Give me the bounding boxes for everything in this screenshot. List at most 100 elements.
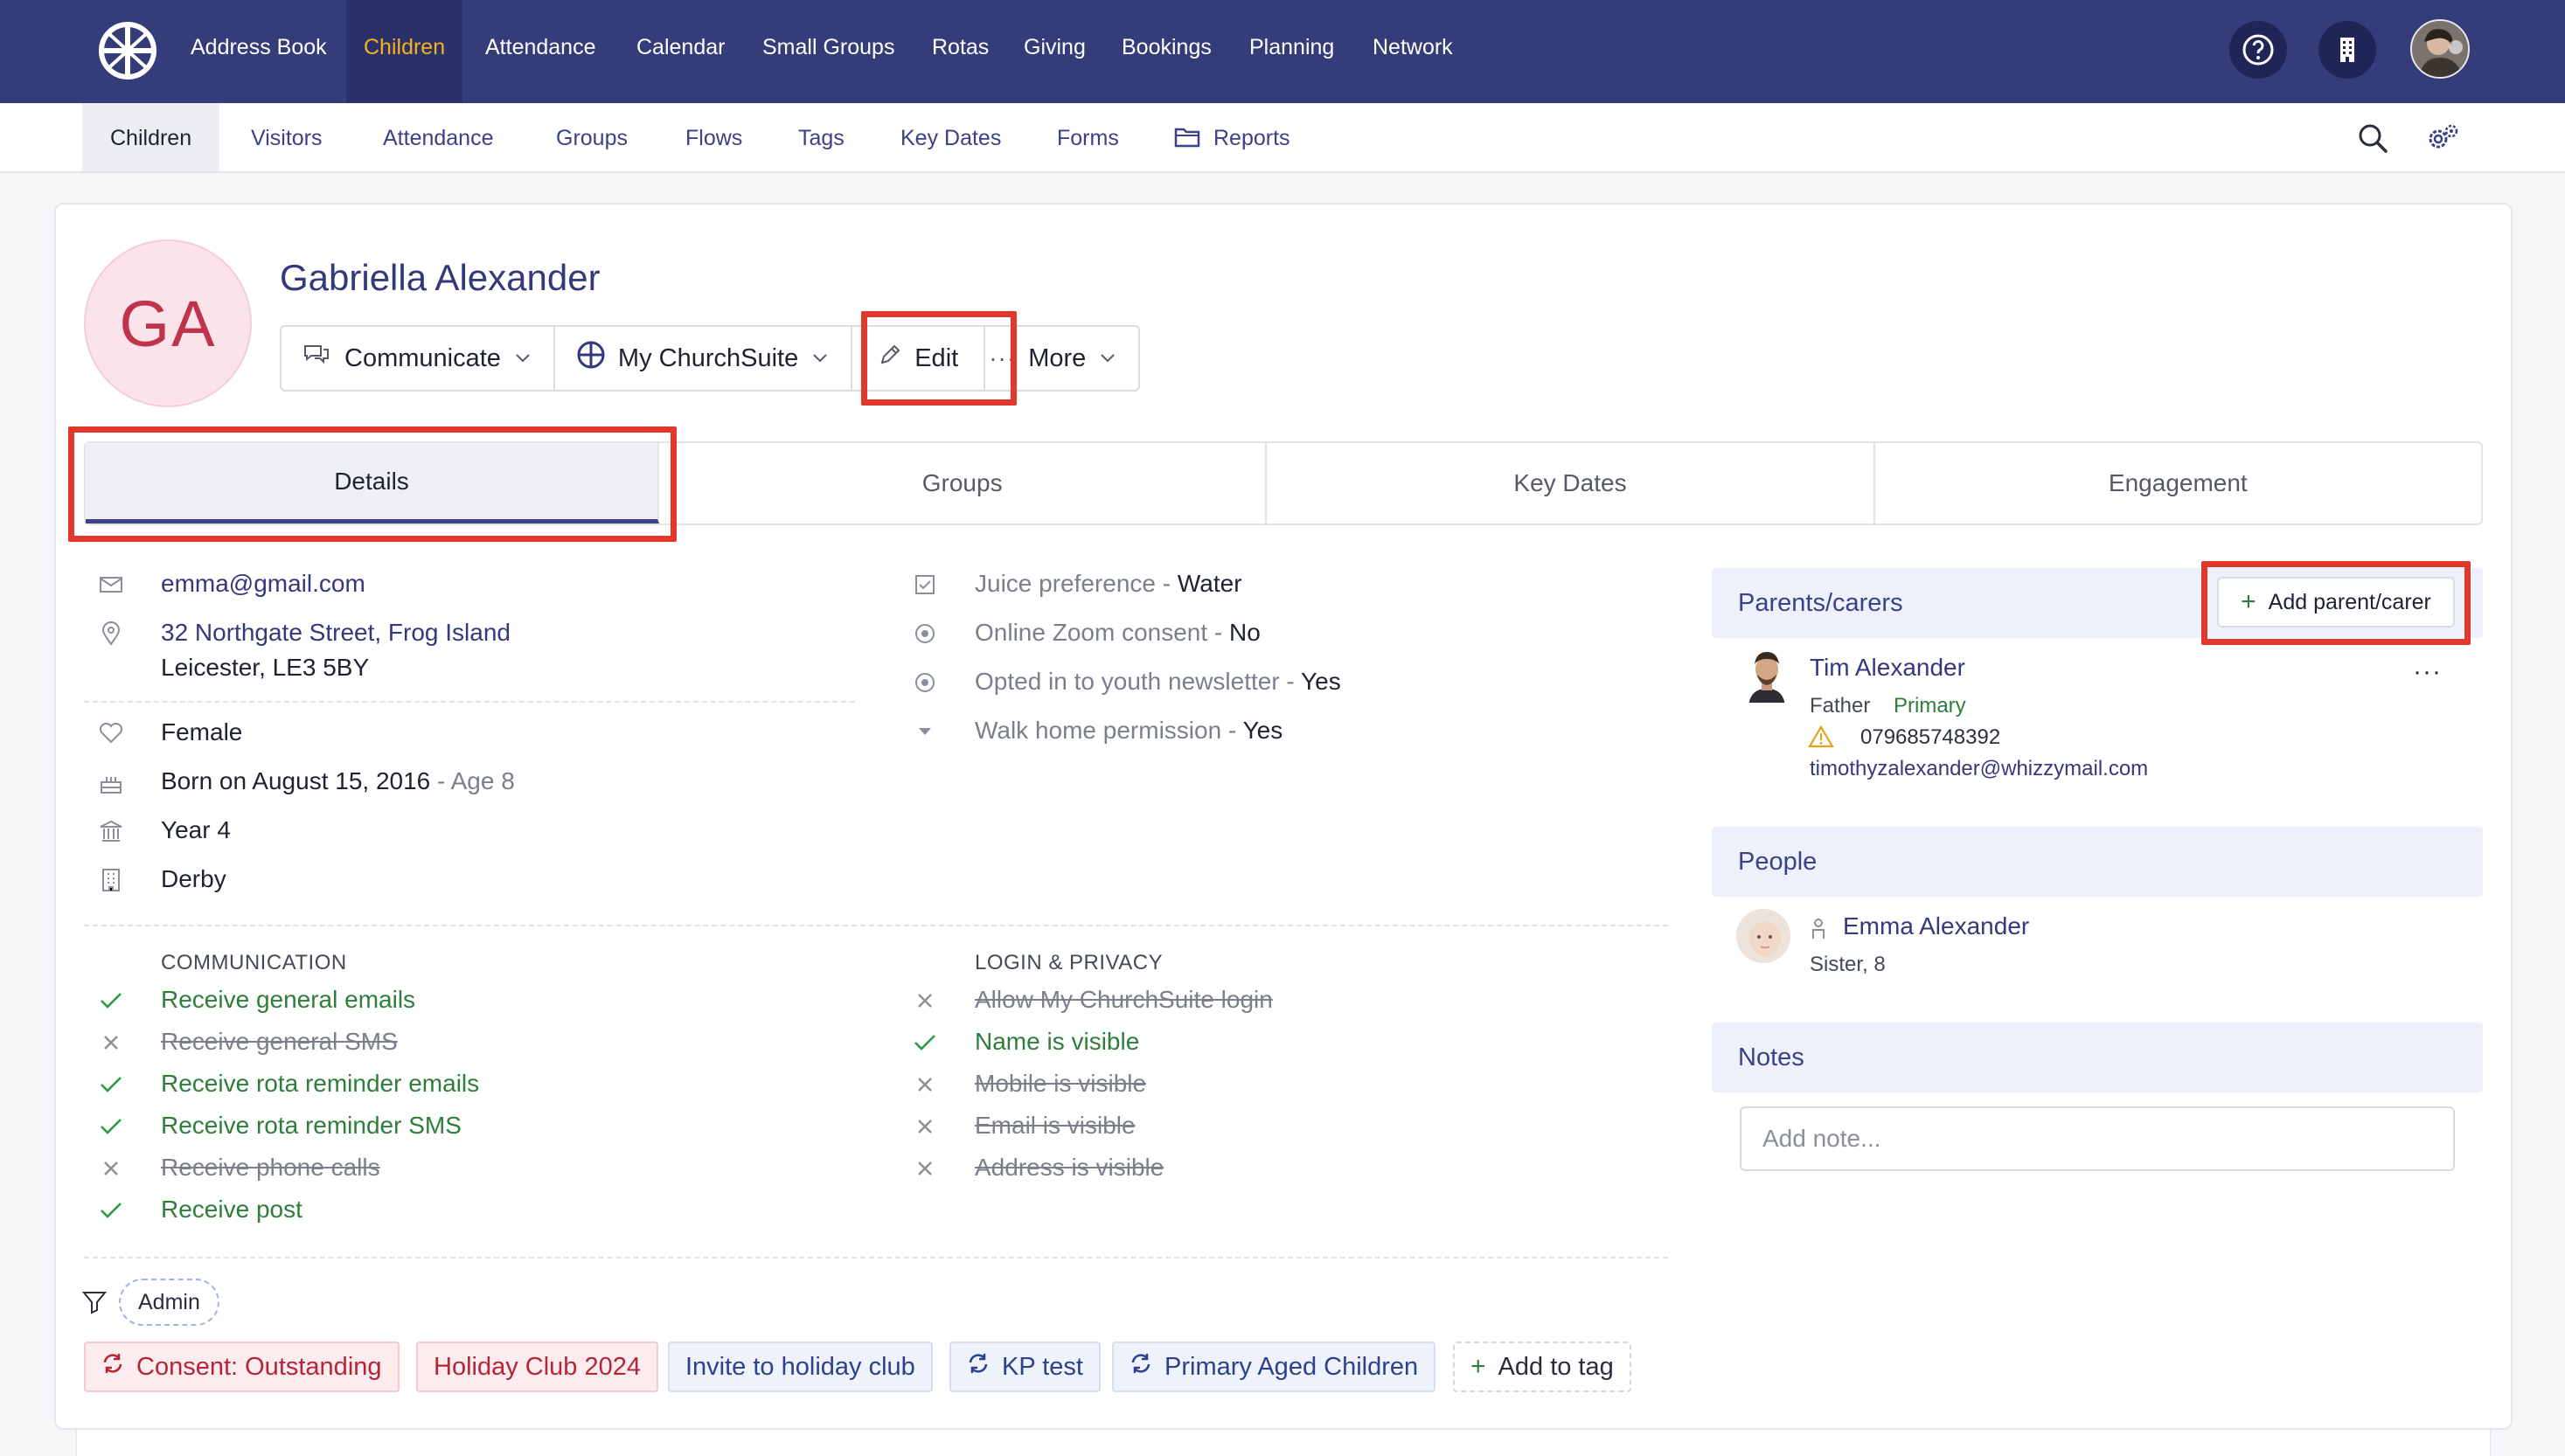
custom-field-row: Walk home permission - Yes — [912, 717, 1282, 745]
child-icon — [1810, 918, 1827, 940]
cross-icon — [912, 988, 938, 1014]
login-privacy-heading: LOGIN & PRIVACY — [975, 951, 1164, 974]
subnav-forms[interactable]: Forms — [1029, 103, 1147, 171]
building-icon — [98, 867, 124, 893]
subnav-groups[interactable]: Groups — [528, 103, 656, 171]
nav-children[interactable]: Children — [346, 0, 463, 103]
nav-calendar[interactable]: Calendar — [619, 0, 742, 103]
parent-email-link[interactable]: timothyzalexander@whizzymail.com — [1810, 757, 2148, 781]
mychurchsuite-button[interactable]: My ChurchSuite — [555, 327, 853, 390]
nav-address-book[interactable]: Address Book — [173, 0, 344, 103]
nav-planning[interactable]: Planning — [1232, 0, 1352, 103]
help-icon[interactable] — [2229, 21, 2287, 79]
add-to-tag-button[interactable]: + Add to tag — [1453, 1342, 1631, 1392]
tag-invite-to-holiday-club[interactable]: Invite to holiday club — [668, 1342, 933, 1392]
churchsuite-logo-icon[interactable] — [98, 21, 157, 80]
nav-network[interactable]: Network — [1355, 0, 1470, 103]
map-pin-icon — [98, 621, 124, 647]
settings-icon[interactable] — [2423, 119, 2462, 157]
more-label: More — [1028, 343, 1087, 372]
nav-attendance[interactable]: Attendance — [468, 0, 614, 103]
tag-label: Holiday Club 2024 — [434, 1352, 641, 1381]
tag-consent-outstanding[interactable]: Consent: Outstanding — [84, 1342, 400, 1392]
tab-key-dates[interactable]: Key Dates — [1267, 443, 1875, 523]
mychurchsuite-label: My ChurchSuite — [617, 343, 799, 372]
tab-details[interactable]: Details — [86, 443, 659, 523]
person-name-link[interactable]: Emma Alexander — [1843, 912, 2029, 940]
caret-down-icon — [912, 718, 938, 745]
churchsuite-icon — [576, 340, 606, 377]
profile-tabs: Details Groups Key Dates Engagement — [84, 441, 2483, 525]
nav-bookings[interactable]: Bookings — [1104, 0, 1229, 103]
preference-item: Receive general SMS — [161, 1028, 398, 1055]
subnav-reports[interactable]: Reports — [1185, 103, 1318, 171]
communicate-label: Communicate — [344, 343, 501, 372]
checkbox-icon — [912, 572, 938, 598]
email-link[interactable]: emma@gmail.com — [161, 570, 365, 597]
nav-rotas[interactable]: Rotas — [914, 0, 1006, 103]
custom-field-label: Walk home permission — [975, 717, 1222, 744]
admin-filter-chip[interactable]: Admin — [119, 1279, 219, 1326]
tag-primary-aged-children[interactable]: Primary Aged Children — [1112, 1342, 1436, 1392]
address-line-1[interactable]: 32 Northgate Street, Frog Island — [161, 619, 511, 646]
address-row: 32 Northgate Street, Frog Island — [98, 619, 511, 647]
custom-field-value: Water — [1177, 570, 1242, 597]
edit-button[interactable]: Edit — [852, 327, 986, 390]
tab-groups[interactable]: Groups — [659, 443, 1268, 523]
parent-name-link[interactable]: Tim Alexander — [1810, 654, 1965, 682]
note-input[interactable] — [1740, 1106, 2455, 1171]
site-value: Derby — [161, 865, 226, 892]
sync-icon — [967, 1352, 990, 1382]
parent-phone[interactable]: 079685748392 — [1860, 725, 2000, 750]
cross-icon — [912, 1071, 938, 1098]
birthday-row: Born on August 15, 2016 - Age 8 — [98, 767, 515, 795]
search-icon[interactable] — [2353, 119, 2392, 157]
preference-item: Address is visible — [975, 1154, 1164, 1181]
building-icon[interactable] — [2318, 21, 2376, 79]
cross-icon — [98, 1155, 124, 1182]
age: - Age 8 — [430, 767, 515, 794]
custom-field-value: No — [1229, 619, 1261, 646]
action-button-group: Communicate My ChurchSuite Edit ··· More — [280, 325, 1141, 392]
tab-engagement[interactable]: Engagement — [1875, 443, 2481, 523]
divider — [84, 701, 855, 703]
preference-item: Receive rota reminder emails — [161, 1070, 480, 1097]
custom-field-value: Yes — [1242, 717, 1283, 744]
primary-badge: Primary — [1894, 694, 1966, 718]
birth-date: Born on August 15, 2016 — [161, 767, 431, 794]
warning-icon — [1808, 725, 1834, 750]
subnav-key-dates[interactable]: Key Dates — [872, 103, 1029, 171]
tag-kp-test[interactable]: KP test — [949, 1342, 1101, 1392]
tag-holiday-club-2024[interactable]: Holiday Club 2024 — [416, 1342, 658, 1392]
add-parent-carer-button[interactable]: + Add parent/carer — [2217, 577, 2455, 627]
custom-field-row: Online Zoom consent - No — [912, 619, 1261, 647]
subnav-attendance[interactable]: Attendance — [355, 103, 522, 171]
subnav-flows[interactable]: Flows — [657, 103, 770, 171]
custom-field-row: Juice preference - Water — [912, 570, 1242, 598]
top-navigation: Address Book Children Attendance Calenda… — [0, 0, 2565, 103]
custom-field-row: Opted in to youth newsletter - Yes — [912, 668, 1341, 696]
more-button[interactable]: ··· More — [985, 327, 1138, 390]
nav-small-groups[interactable]: Small Groups — [745, 0, 912, 103]
page-title: Gabriella Alexander — [280, 257, 601, 298]
parent-more-options-icon[interactable]: ··· — [2413, 657, 2442, 687]
custom-field-label: Opted in to youth newsletter — [975, 668, 1280, 695]
radio-icon — [912, 669, 938, 696]
user-avatar[interactable] — [2410, 19, 2470, 79]
subnav-visitors[interactable]: Visitors — [223, 103, 351, 171]
filter-icon[interactable] — [81, 1290, 108, 1316]
email-row: emma@gmail.com — [98, 570, 365, 598]
subnav-tags[interactable]: Tags — [770, 103, 872, 171]
nav-giving[interactable]: Giving — [1006, 0, 1103, 103]
gender-row: Female — [98, 718, 242, 746]
parent-avatar — [1740, 648, 1794, 703]
subnav-children[interactable]: Children — [82, 103, 220, 171]
people-heading: People — [1712, 827, 2483, 897]
school-icon — [98, 818, 124, 844]
preference-item: Receive phone calls — [161, 1154, 380, 1181]
communicate-button[interactable]: Communicate — [282, 327, 555, 390]
preference-item: Allow My ChurchSuite login — [975, 986, 1273, 1013]
card-footer-edge — [75, 1430, 2492, 1456]
custom-field-value: Yes — [1301, 668, 1341, 695]
address-line-2[interactable]: Leicester, LE3 5BY — [161, 654, 369, 682]
